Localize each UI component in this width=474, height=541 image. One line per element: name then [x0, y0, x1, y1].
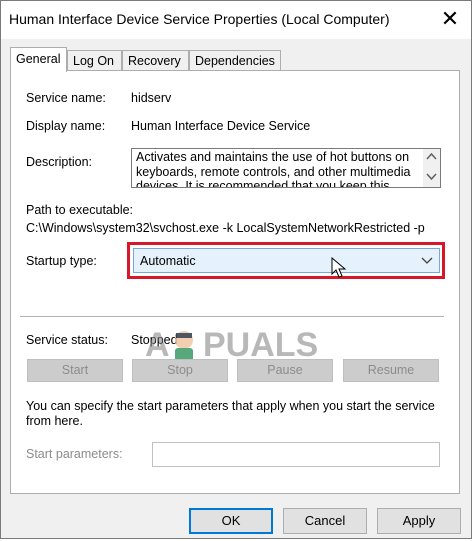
stop-button[interactable]: Stop [132, 359, 228, 382]
startup-type-select[interactable]: Automatic [133, 248, 440, 273]
display-name-value: Human Interface Device Service [131, 119, 311, 133]
service-name-label: Service name: [26, 91, 106, 105]
cancel-button[interactable]: Cancel [283, 508, 367, 534]
tab-recovery[interactable]: Recovery [122, 50, 189, 70]
start-button[interactable]: Start [27, 359, 123, 382]
display-name-label: Display name: [26, 119, 106, 133]
service-status-label: Service status: [26, 333, 108, 347]
scroll-down-icon[interactable] [426, 173, 437, 183]
start-params-help-text: You can specify the start parameters tha… [26, 399, 435, 428]
startup-type-label: Startup type: [26, 254, 97, 268]
title-bar: Human Interface Device Service Propertie… [1, 1, 471, 39]
mouse-pointer-icon [331, 257, 347, 278]
description-label: Description: [26, 155, 92, 169]
scroll-up-icon[interactable] [426, 152, 437, 162]
ok-button[interactable]: OK [189, 508, 273, 534]
description-box[interactable]: Activates and maintains the use of hot b… [131, 148, 441, 188]
window-title: Human Interface Device Service Propertie… [9, 11, 390, 27]
start-params-input[interactable] [152, 442, 440, 467]
description-scrollbar[interactable] [423, 149, 440, 187]
pause-button[interactable]: Pause [237, 359, 333, 382]
chevron-down-icon [421, 253, 433, 267]
tab-general[interactable]: General [10, 47, 67, 72]
close-button[interactable]: ✕ [435, 5, 465, 33]
apply-button[interactable]: Apply [377, 508, 461, 534]
path-label: Path to executable: [26, 203, 134, 217]
tab-log-on[interactable]: Log On [67, 50, 122, 70]
resume-button[interactable]: Resume [343, 359, 439, 382]
divider [20, 316, 444, 317]
service-name-value: hidserv [131, 91, 172, 105]
service-properties-dialog: Human Interface Device Service Propertie… [0, 0, 472, 539]
startup-type-value: Automatic [140, 254, 196, 268]
tab-dependencies[interactable]: Dependencies [189, 50, 281, 70]
general-tab-panel: Service name: hidserv Display name: Huma… [10, 70, 460, 494]
description-text: Activates and maintains the use of hot b… [136, 150, 411, 188]
path-value: C:\Windows\system32\svchost.exe -k Local… [26, 221, 425, 235]
start-params-label: Start parameters: [26, 447, 123, 461]
